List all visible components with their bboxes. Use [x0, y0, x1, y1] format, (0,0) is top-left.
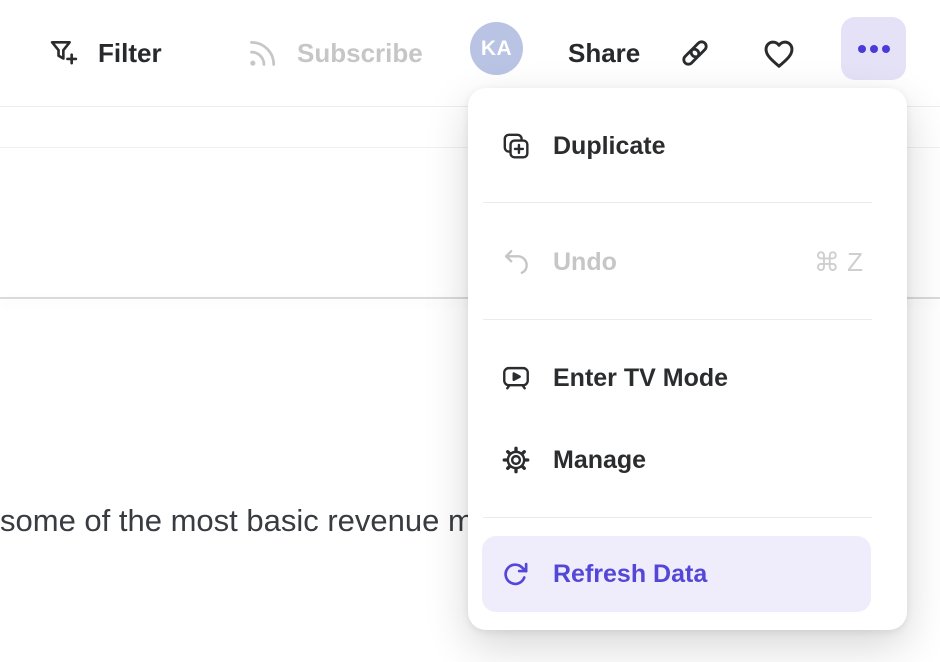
subscribe-button[interactable]: Subscribe: [244, 0, 423, 106]
menu-divider: [483, 319, 872, 320]
dashboard-page: some of the most basic revenue m Filter …: [0, 0, 940, 662]
rss-icon: [244, 35, 280, 71]
menu-item-refresh-data[interactable]: Refresh Data: [482, 536, 871, 612]
refresh-icon: [500, 558, 532, 590]
user-avatar[interactable]: KA: [470, 22, 523, 75]
menu-divider: [483, 517, 872, 518]
heart-icon: [758, 32, 800, 74]
chain-link-icon: [676, 34, 714, 72]
share-label: Share: [568, 38, 640, 69]
filter-label: Filter: [98, 38, 162, 69]
gear-icon: [500, 444, 532, 476]
subscribe-label: Subscribe: [297, 38, 423, 69]
menu-divider: [483, 202, 872, 203]
menu-item-duplicate[interactable]: Duplicate: [468, 108, 907, 184]
menu-item-label: Refresh Data: [553, 560, 707, 589]
duplicate-icon: [500, 130, 532, 162]
filter-button[interactable]: Filter: [46, 0, 162, 106]
menu-item-label: Duplicate: [553, 132, 666, 161]
avatar-initials: KA: [481, 37, 512, 61]
ellipsis-icon: [858, 45, 890, 53]
more-options-button[interactable]: [841, 17, 906, 80]
menu-item-undo[interactable]: Undo ⌘ Z: [468, 224, 907, 300]
dropdown-menu: Duplicate Undo ⌘ Z Enter TV M: [468, 88, 907, 630]
undo-icon: [500, 246, 532, 278]
menu-item-enter-tv-mode[interactable]: Enter TV Mode: [468, 340, 907, 416]
menu-item-label: Manage: [553, 446, 646, 475]
menu-item-manage[interactable]: Manage: [468, 422, 907, 498]
undo-shortcut: ⌘ Z: [814, 247, 907, 278]
funnel-plus-icon: [46, 36, 81, 71]
menu-item-label: Enter TV Mode: [553, 364, 728, 393]
menu-item-label: Undo: [553, 248, 617, 277]
tv-play-icon: [500, 362, 532, 394]
